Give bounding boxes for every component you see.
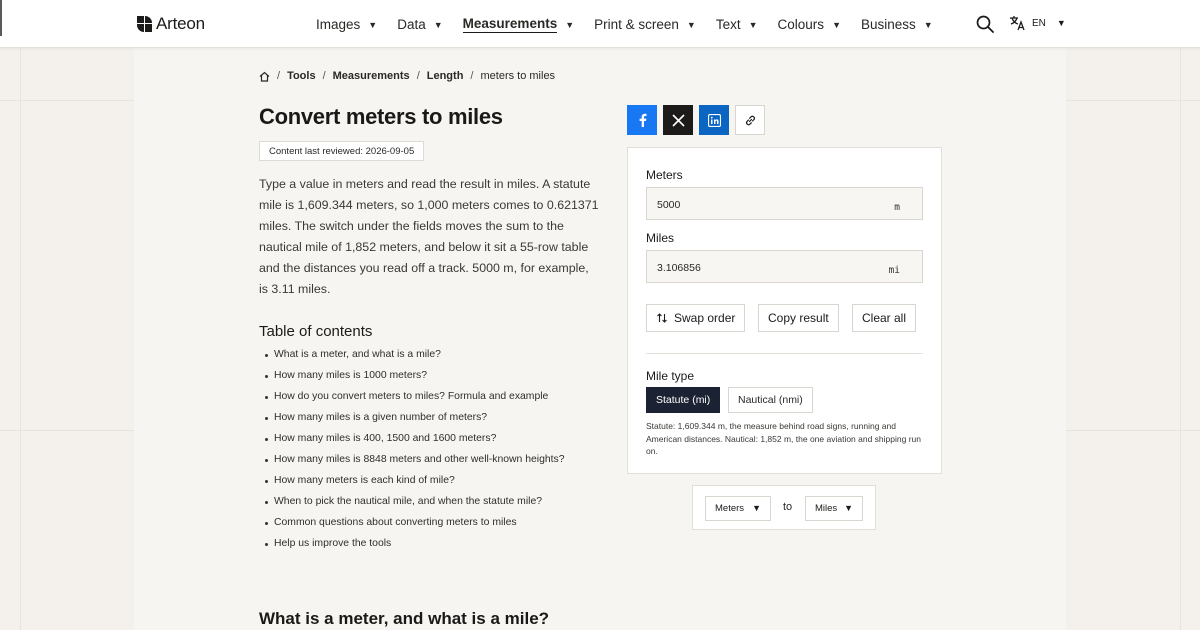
meters-unit: m	[894, 202, 900, 213]
mile-type-label: Mile type	[646, 369, 695, 383]
miles-unit: mi	[888, 265, 900, 276]
swap-order-button[interactable]: Swap order	[646, 304, 746, 332]
unit-pickers: Meters ▼ to Miles ▼	[692, 485, 876, 530]
breadcrumb: / Tools / Measurements / Length / meters…	[259, 70, 555, 82]
section-heading: What is a meter, and what is a mile?	[259, 609, 550, 628]
caret-down-icon: ▼	[433, 19, 443, 30]
miles-input[interactable]: 3.106856 mi	[646, 250, 923, 283]
toc-item[interactable]: When to pick the nautical mile, and when…	[265, 496, 565, 517]
caret-down-icon: ▼	[923, 19, 933, 30]
translate-icon	[1010, 16, 1025, 31]
top-navigation-bar: Arteon Images ▼ Data ▼ Measurements ▼ Print…	[0, 0, 1200, 48]
toc-item[interactable]: What is a meter, and what is a mile?	[265, 349, 565, 370]
converter-panel: Meters 5000 m Miles 3.106856 mi Swap ord…	[627, 147, 942, 474]
caret-down-icon: ▼	[832, 19, 841, 30]
share-facebook-button[interactable]	[627, 105, 657, 135]
breadcrumb-current: meters to miles	[480, 70, 556, 82]
unit-connector: to	[783, 501, 793, 513]
nav-item-data[interactable]: Data ▼	[397, 16, 442, 33]
language-switcher[interactable]: EN ▼	[1009, 15, 1066, 31]
toc-item[interactable]: How many miles is 400, 1500 and 1600 met…	[265, 433, 565, 454]
breadcrumb-length[interactable]: Length	[427, 70, 464, 82]
miles-label: Miles	[646, 231, 675, 245]
main-nav: Images ▼ Data ▼ Measurements ▼ Print & scre…	[316, 16, 953, 33]
meters-label: Meters	[646, 168, 683, 182]
toc-item[interactable]: Help us improve the tools	[265, 538, 565, 559]
caret-down-icon: ▼	[686, 19, 696, 30]
breadcrumb-measurements[interactable]: Measurements	[333, 70, 410, 82]
intro-paragraph: Type a value in meters and read the resu…	[259, 177, 599, 296]
nav-item-business[interactable]: Business ▼	[861, 16, 933, 33]
clear-all-button[interactable]: Clear all	[852, 304, 917, 332]
share-buttons	[627, 105, 765, 135]
caret-down-icon: ▼	[1056, 18, 1066, 28]
miles-value: 3.106856	[657, 262, 701, 274]
brand-logo[interactable]: Arteon	[137, 14, 205, 34]
to-unit-select[interactable]: Miles ▼	[805, 496, 863, 521]
x-icon	[671, 113, 685, 127]
toc-item[interactable]: How do you convert meters to miles? Form…	[265, 391, 565, 412]
table-of-contents: What is a meter, and what is a mile? How…	[265, 349, 565, 559]
statute-mile-option[interactable]: Statute (mi)	[646, 387, 721, 413]
caret-down-icon: ▼	[748, 19, 758, 30]
brand-name: Arteon	[156, 14, 205, 33]
brand-logo-icon	[137, 16, 152, 32]
from-unit-select[interactable]: Meters ▼	[705, 496, 771, 521]
nav-item-print-screen[interactable]: Print & screen ▼	[594, 16, 696, 33]
toc-heading: Table of contents	[259, 323, 373, 340]
home-icon[interactable]	[259, 71, 270, 82]
toc-item[interactable]: Common questions about converting meters…	[265, 517, 565, 538]
language-code: EN	[1032, 17, 1046, 29]
link-icon	[745, 115, 755, 125]
search-icon[interactable]	[976, 15, 994, 33]
mile-type-note: Statute: 1,609.344 m, the measure behind…	[646, 421, 921, 456]
window-edge	[0, 0, 2, 36]
nautical-mile-option[interactable]: Nautical (nmi)	[728, 387, 813, 413]
toc-item[interactable]: How many meters is each kind of mile?	[265, 475, 565, 496]
meters-input[interactable]: 5000 m	[646, 187, 923, 220]
page-title: Convert meters to miles	[259, 104, 503, 129]
copy-link-button[interactable]	[735, 105, 765, 135]
nav-item-measurements[interactable]: Measurements ▼	[462, 16, 575, 33]
share-x-button[interactable]	[663, 105, 693, 135]
caret-down-icon: ▼	[368, 19, 378, 30]
facebook-icon	[639, 113, 646, 127]
nav-item-text[interactable]: Text ▼	[716, 16, 758, 33]
caret-down-icon: ▼	[565, 19, 575, 30]
divider	[646, 353, 923, 354]
share-linkedin-button[interactable]	[699, 105, 729, 135]
copy-result-button[interactable]: Copy result	[758, 304, 839, 332]
caret-down-icon: ▼	[844, 503, 853, 513]
toc-item[interactable]: How many miles is a given number of mete…	[265, 412, 565, 433]
breadcrumb-tools[interactable]: Tools	[287, 70, 316, 82]
linkedin-icon	[707, 113, 721, 127]
swap-icon	[657, 313, 667, 323]
caret-down-icon: ▼	[752, 503, 761, 513]
toc-item[interactable]: How many miles is 1000 meters?	[265, 370, 565, 391]
nav-item-images[interactable]: Images ▼	[316, 16, 377, 33]
toc-item[interactable]: How many miles is 8848 meters and other …	[265, 454, 565, 475]
nav-item-colours[interactable]: Colours ▼	[778, 16, 841, 33]
reviewed-badge: Content last reviewed: 2026-09-05	[259, 141, 425, 161]
meters-value: 5000	[657, 199, 681, 211]
